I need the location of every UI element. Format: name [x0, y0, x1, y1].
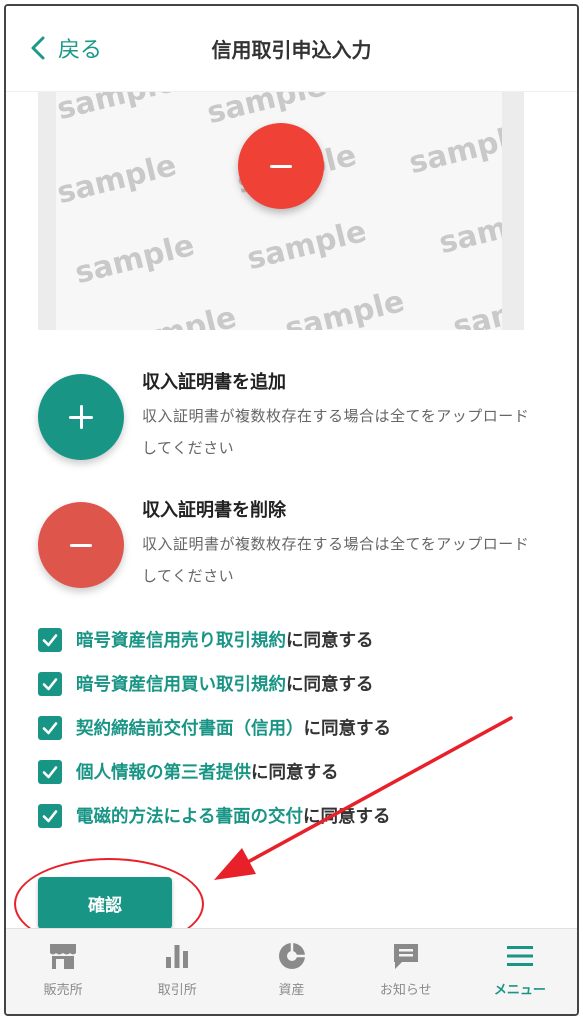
- pie-chart-icon: [278, 943, 305, 969]
- add-income-proof-description: 収入証明書が複数枚存在する場合は全てをアップロードしてください: [142, 407, 530, 457]
- watermark: sample: [435, 197, 502, 262]
- plus-icon: [69, 405, 93, 429]
- watermark: sample: [56, 92, 180, 128]
- agreement-text: に同意する: [251, 763, 339, 783]
- nav-label: 販売所: [43, 983, 83, 998]
- nav-item-exchange[interactable]: 取引所: [120, 929, 234, 1014]
- app-frame: 戻る 信用取引申込入力 sample sample sample sample …: [4, 4, 579, 1016]
- bottom-nav: 販売所 取引所 資産 お知らせ メニュー: [6, 928, 577, 1014]
- agreement-row: 暗号資産信用買い取引規約 に同意する: [38, 671, 374, 696]
- nav-label: 資産: [278, 983, 305, 998]
- watermark: sample: [405, 117, 502, 182]
- agreement-checkbox[interactable]: [38, 627, 62, 652]
- nav-item-store[interactable]: 販売所: [6, 929, 120, 1014]
- agreement-link[interactable]: 電磁的方法による書面の交付: [76, 803, 303, 828]
- nav-item-menu[interactable]: メニュー: [463, 929, 577, 1014]
- agreement-checkbox[interactable]: [38, 671, 62, 696]
- message-icon: [393, 944, 418, 969]
- agreement-link[interactable]: 契約締結前交付書面（信用）: [76, 715, 304, 740]
- minus-icon: [270, 164, 292, 168]
- add-income-proof: 収入証明書を追加 収入証明書が複数枚存在する場合は全てをアップロードしてください: [38, 368, 538, 468]
- page-title: 信用取引申込入力: [211, 38, 372, 62]
- remove-income-proof-description: 収入証明書が複数枚存在する場合は全てをアップロードしてください: [142, 535, 530, 585]
- check-icon: [42, 721, 58, 734]
- remove-income-proof-title: 収入証明書を削除: [142, 500, 286, 521]
- nav-label: 取引所: [157, 983, 197, 998]
- agreement-checkbox[interactable]: [38, 715, 62, 740]
- watermark: sample: [56, 147, 180, 212]
- watermark: sample: [449, 281, 502, 330]
- remove-income-proof-button[interactable]: [38, 502, 124, 588]
- store-icon: [50, 944, 77, 969]
- check-icon: [42, 677, 58, 690]
- agreement-link[interactable]: 暗号資産信用売り取引規約: [76, 627, 286, 652]
- minus-icon: [70, 543, 92, 547]
- agreement-checkbox[interactable]: [38, 759, 62, 784]
- check-icon: [42, 633, 58, 646]
- header: 戻る 信用取引申込入力: [6, 6, 577, 92]
- agreement-row: 電磁的方法による書面の交付 に同意する: [38, 803, 390, 828]
- confirm-button[interactable]: 確認: [38, 877, 172, 929]
- agreement-row: 個人情報の第三者提供 に同意する: [38, 759, 339, 784]
- nav-label: メニュー: [493, 983, 546, 998]
- agreement-row: 暗号資産信用売り取引規約 に同意する: [38, 627, 374, 652]
- watermark: sample: [114, 300, 240, 330]
- nav-item-notices[interactable]: お知らせ: [349, 929, 463, 1014]
- watermark: sample: [243, 213, 370, 278]
- add-income-proof-button[interactable]: [38, 374, 124, 460]
- agreement-text: に同意する: [286, 631, 374, 651]
- agreement-text: に同意する: [302, 807, 391, 827]
- agreement-row: 契約締結前交付書面（信用） に同意する: [38, 715, 391, 740]
- menu-icon: [506, 946, 533, 966]
- agreement-link[interactable]: 個人情報の第三者提供: [76, 759, 251, 784]
- watermark: sample: [281, 283, 408, 330]
- check-icon: [42, 765, 58, 778]
- nav-item-assets[interactable]: 資産: [234, 929, 348, 1014]
- add-income-proof-title: 収入証明書を追加: [142, 372, 286, 393]
- watermark: sample: [71, 227, 198, 292]
- check-icon: [42, 809, 58, 822]
- remove-image-button[interactable]: [238, 123, 324, 209]
- agreement-text: に同意する: [303, 719, 392, 739]
- agreement-text: に同意する: [286, 675, 374, 695]
- agreement-link[interactable]: 暗号資産信用買い取引規約: [76, 671, 286, 696]
- bar-chart-icon: [166, 945, 189, 968]
- agreement-checkbox[interactable]: [38, 803, 62, 828]
- remove-income-proof: 収入証明書を削除 収入証明書が複数枚存在する場合は全てをアップロードしてください: [38, 496, 538, 596]
- nav-label: お知らせ: [379, 983, 432, 998]
